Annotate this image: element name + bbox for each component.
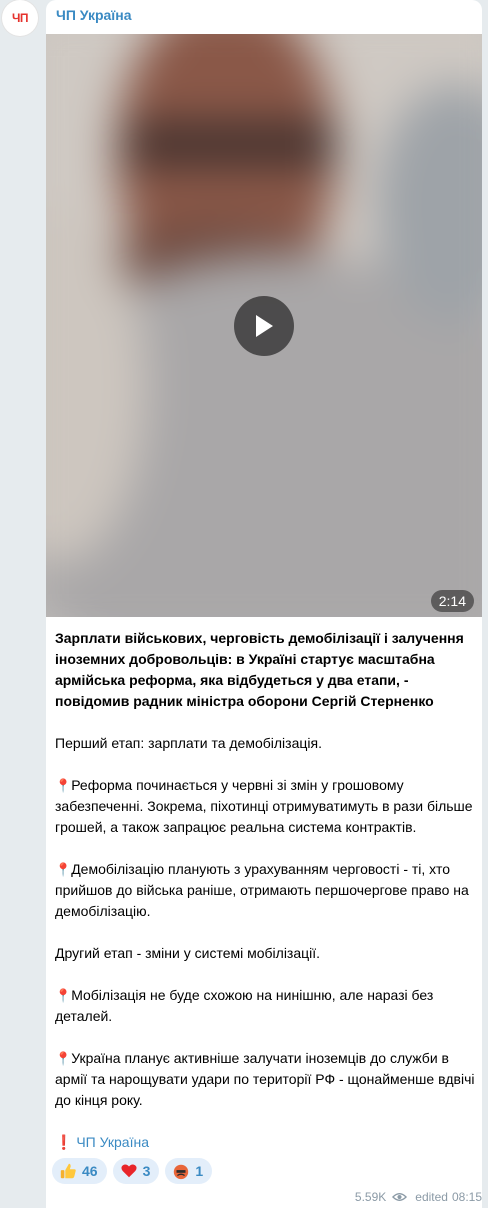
post-signoff: ❗ ЧП Україна bbox=[55, 1132, 479, 1153]
channel-avatar[interactable]: ЧП bbox=[2, 0, 38, 36]
video-duration: 2:14 bbox=[430, 590, 474, 612]
reaction-angry-face[interactable]: 1 bbox=[165, 1158, 213, 1184]
exclamation-icon: ❗ bbox=[55, 1134, 73, 1150]
edited-label: edited bbox=[415, 1190, 448, 1204]
view-count: 5.59K bbox=[354, 1190, 387, 1204]
post-headline: Зарплати військових, черговість демобілі… bbox=[55, 630, 464, 709]
post-item-2: 📍Демобілізацію планують з урахуванням че… bbox=[55, 861, 469, 919]
pin-icon: 📍 bbox=[55, 1051, 72, 1066]
ukraine-flag-icon bbox=[153, 1137, 169, 1148]
eye-icon bbox=[392, 1193, 408, 1201]
message-time: 08:15 bbox=[451, 1190, 482, 1204]
reaction-heart[interactable]: 3 bbox=[112, 1158, 160, 1184]
video-preview[interactable]: 2:14 bbox=[46, 34, 482, 617]
pin-icon: 📍 bbox=[55, 862, 72, 877]
channel-link[interactable]: ЧП Україна bbox=[76, 1134, 149, 1150]
post-item-1: 📍Реформа починається у червні зі змін у … bbox=[55, 777, 473, 835]
reactions-bar: 46 3 1 bbox=[52, 1158, 213, 1184]
avatar-text: ЧП bbox=[11, 11, 29, 25]
pin-icon: 📍 bbox=[55, 988, 72, 1003]
angry-face-icon bbox=[174, 1164, 189, 1180]
post-item-3: 📍Мобілізація не буде схожою на нинішню, … bbox=[55, 987, 434, 1024]
pin-icon: 📍 bbox=[55, 778, 72, 793]
play-button[interactable] bbox=[234, 296, 294, 356]
reaction-thumbs-up[interactable]: 46 bbox=[52, 1158, 107, 1184]
message-meta: 5.59K edited 08:15 bbox=[355, 1190, 482, 1204]
thumbs-up-icon bbox=[60, 1163, 76, 1179]
post-item-4: 📍Україна планує активніше залучати інозе… bbox=[55, 1050, 475, 1108]
post-text: Зарплати військових, черговість демобілі… bbox=[55, 628, 479, 1174]
message-bubble: ЧП Україна 2:14 Зарплати військових, чер… bbox=[46, 0, 482, 1208]
stage-1-heading: Перший етап: зарплати та демобілізація. bbox=[55, 735, 322, 751]
play-icon bbox=[256, 315, 273, 337]
stage-2-heading: Другий етап - зміни у системі мобілізаці… bbox=[55, 945, 321, 961]
heart-icon bbox=[121, 1164, 137, 1178]
channel-name[interactable]: ЧП Україна bbox=[56, 7, 132, 23]
